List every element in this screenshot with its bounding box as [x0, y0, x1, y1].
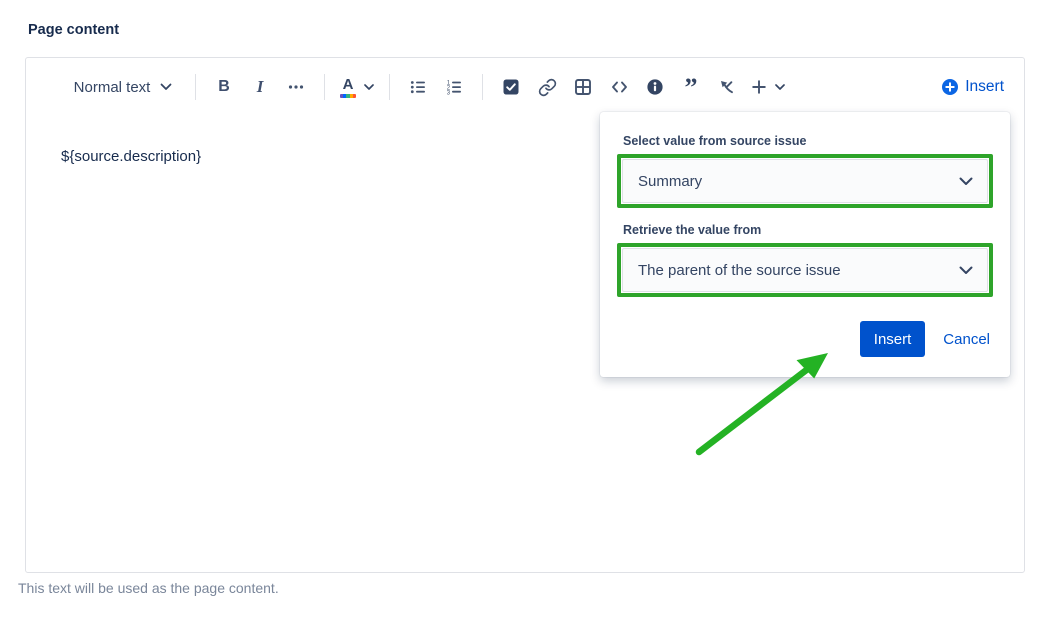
- chevron-down-icon: [160, 83, 172, 91]
- bold-icon: B: [218, 78, 230, 96]
- chevron-down-icon: [959, 266, 973, 275]
- toolbar-divider: [324, 74, 325, 100]
- insert-more-dropdown[interactable]: [748, 71, 787, 103]
- page-title: Page content: [28, 22, 119, 38]
- italic-button[interactable]: I: [245, 71, 275, 103]
- toolbar-divider: [482, 74, 483, 100]
- ordered-list-button[interactable]: 123: [439, 71, 469, 103]
- table-button[interactable]: [568, 71, 598, 103]
- chevron-down-icon: [364, 84, 374, 91]
- ordered-list-icon: 123: [445, 78, 463, 96]
- plus-icon: [750, 78, 768, 96]
- bullet-list-icon: [409, 78, 427, 96]
- retrieve-field-value: The parent of the source issue: [638, 262, 841, 279]
- retrieve-field-highlight: The parent of the source issue: [617, 243, 993, 297]
- popup-cancel-link[interactable]: Cancel: [943, 331, 990, 348]
- bullet-list-button[interactable]: [403, 71, 433, 103]
- source-field-select[interactable]: Summary: [622, 159, 988, 203]
- decision-icon: [718, 78, 736, 96]
- bold-button[interactable]: B: [209, 71, 239, 103]
- code-icon: [610, 78, 629, 96]
- popup-insert-button[interactable]: Insert: [860, 321, 926, 357]
- link-button[interactable]: [532, 71, 562, 103]
- toolbar-divider: [389, 74, 390, 100]
- block-type-label: Normal text: [74, 79, 151, 96]
- retrieve-field-select[interactable]: The parent of the source issue: [622, 248, 988, 292]
- insert-value-popup: Select value from source issue Summary R…: [600, 112, 1010, 377]
- block-type-dropdown[interactable]: Normal text: [64, 71, 182, 103]
- task-list-button[interactable]: [496, 71, 526, 103]
- code-button[interactable]: [604, 71, 634, 103]
- retrieve-field-label: Retrieve the value from: [623, 223, 993, 237]
- text-color-button[interactable]: A: [338, 71, 376, 103]
- info-panel-button[interactable]: [640, 71, 670, 103]
- chevron-down-icon: [775, 84, 785, 91]
- link-icon: [538, 78, 557, 97]
- source-field-label: Select value from source issue: [623, 134, 993, 148]
- toolbar-divider: [195, 74, 196, 100]
- italic-icon: I: [257, 77, 264, 97]
- table-icon: [574, 78, 592, 96]
- more-formatting-button[interactable]: [281, 71, 311, 103]
- source-field-value: Summary: [638, 173, 702, 190]
- checkbox-icon: [502, 78, 520, 96]
- editor-content-text: ${source.description}: [61, 148, 201, 165]
- helper-text: This text will be used as the page conte…: [18, 580, 279, 596]
- decision-button[interactable]: [712, 71, 742, 103]
- toolbar-insert-button[interactable]: Insert: [941, 78, 1004, 96]
- chevron-down-icon: [959, 177, 973, 186]
- quote-button[interactable]: ”: [676, 71, 706, 103]
- editor-toolbar: Normal text B I A 123: [26, 58, 1024, 110]
- info-icon: [646, 78, 664, 96]
- popup-actions: Insert Cancel: [620, 321, 990, 357]
- more-icon: [287, 78, 305, 96]
- quote-icon: ”: [685, 83, 698, 99]
- svg-text:3: 3: [447, 91, 451, 96]
- text-color-icon: A: [340, 77, 356, 98]
- toolbar-insert-label: Insert: [965, 78, 1004, 96]
- source-field-highlight: Summary: [617, 154, 993, 208]
- insert-plus-icon: [941, 78, 959, 96]
